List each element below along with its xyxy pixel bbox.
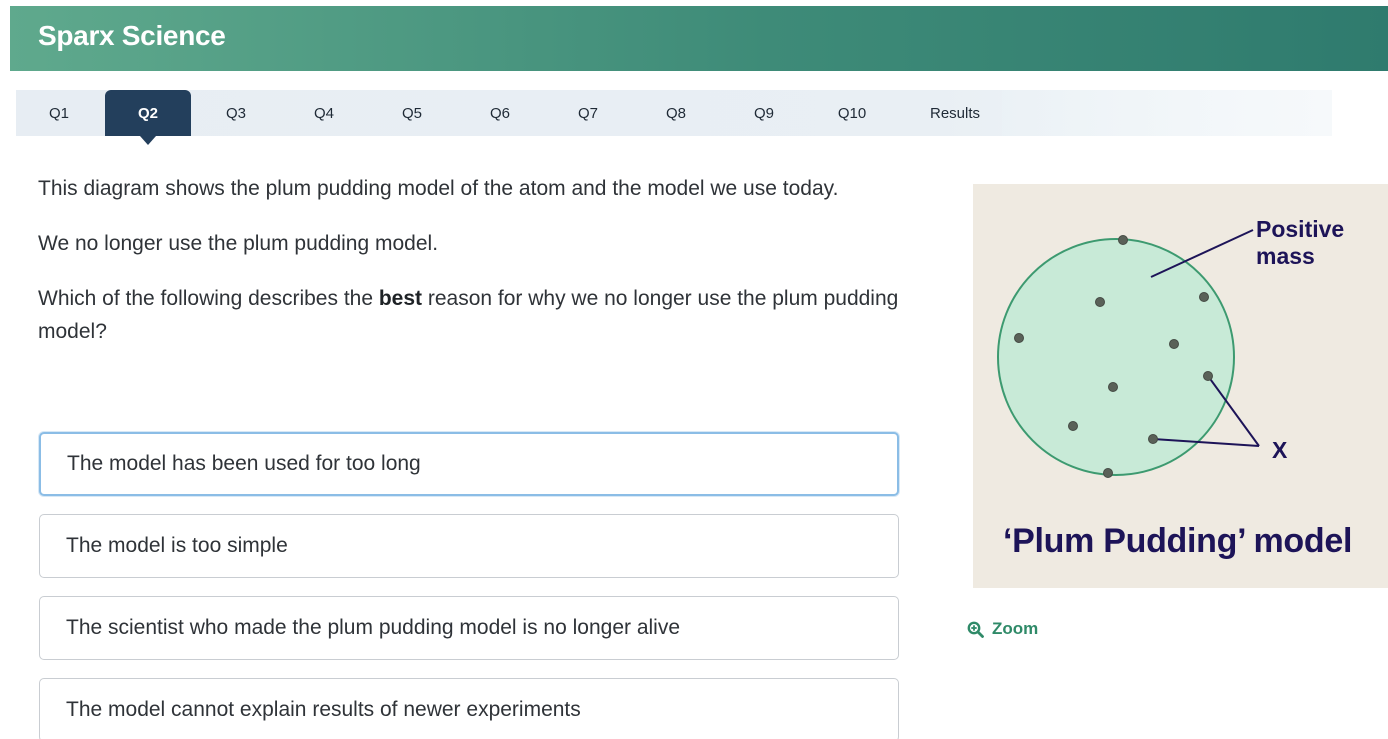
- tab-q6[interactable]: Q6: [457, 90, 543, 136]
- tab-q4[interactable]: Q4: [281, 90, 367, 136]
- tab-q5[interactable]: Q5: [369, 90, 455, 136]
- answer-option-4[interactable]: The model cannot explain results of newe…: [39, 678, 899, 739]
- electron: [1068, 421, 1078, 431]
- electron: [1014, 333, 1024, 343]
- answer-option-2[interactable]: The model is too simple: [39, 514, 899, 578]
- answer-option-3[interactable]: The scientist who made the plum pudding …: [39, 596, 899, 660]
- positive-sphere: [997, 238, 1235, 476]
- tab-q1[interactable]: Q1: [16, 90, 102, 136]
- tab-q8[interactable]: Q8: [633, 90, 719, 136]
- tab-q7[interactable]: Q7: [545, 90, 631, 136]
- zoom-in-icon: [967, 621, 984, 638]
- electron: [1148, 434, 1158, 444]
- tab-q9[interactable]: Q9: [721, 90, 807, 136]
- tabbar-fade: [1002, 90, 1332, 136]
- question-paragraph-3: Which of the following describes the bes…: [38, 282, 918, 348]
- positive-label-line2: mass: [1256, 243, 1315, 269]
- tab-q10[interactable]: Q10: [809, 90, 895, 136]
- electron: [1199, 292, 1209, 302]
- app-header: Sparx Science: [10, 6, 1388, 71]
- question-paragraph-2: We no longer use the plum pudding model.: [38, 232, 439, 255]
- question-paragraph-1: This diagram shows the plum pudding mode…: [38, 177, 839, 200]
- positive-label-line1: Positive: [1256, 216, 1345, 242]
- positive-mass-label: Positive mass: [1256, 216, 1344, 270]
- question-tabbar: Q1 Q2 Q3 Q4 Q5 Q6 Q7 Q8 Q9 Q10 Results: [16, 90, 1332, 145]
- zoom-button[interactable]: Zoom: [967, 619, 1038, 639]
- tab-q3[interactable]: Q3: [193, 90, 279, 136]
- zoom-label: Zoom: [992, 619, 1039, 638]
- app-title: Sparx Science: [38, 20, 226, 51]
- tab-results[interactable]: Results: [907, 90, 1003, 136]
- x-label: X: [1272, 437, 1288, 463]
- electron: [1108, 382, 1118, 392]
- tab-q2[interactable]: Q2: [105, 90, 191, 145]
- figure-caption: ‘Plum Pudding’ model: [1003, 522, 1353, 560]
- question-text: This diagram shows the plum pudding mode…: [38, 172, 918, 370]
- plum-pudding-figure[interactable]: Positive mass X ‘Plum Pudding’ model: [973, 184, 1388, 588]
- answer-option-1[interactable]: The model has been used for too long: [39, 432, 899, 496]
- electron: [1095, 297, 1105, 307]
- question-emphasis: best: [378, 287, 423, 310]
- electron: [1169, 339, 1179, 349]
- electron: [1118, 235, 1128, 245]
- electron: [1203, 371, 1213, 381]
- question-prefix: Which of the following describes the: [38, 287, 379, 310]
- electron: [1103, 468, 1113, 478]
